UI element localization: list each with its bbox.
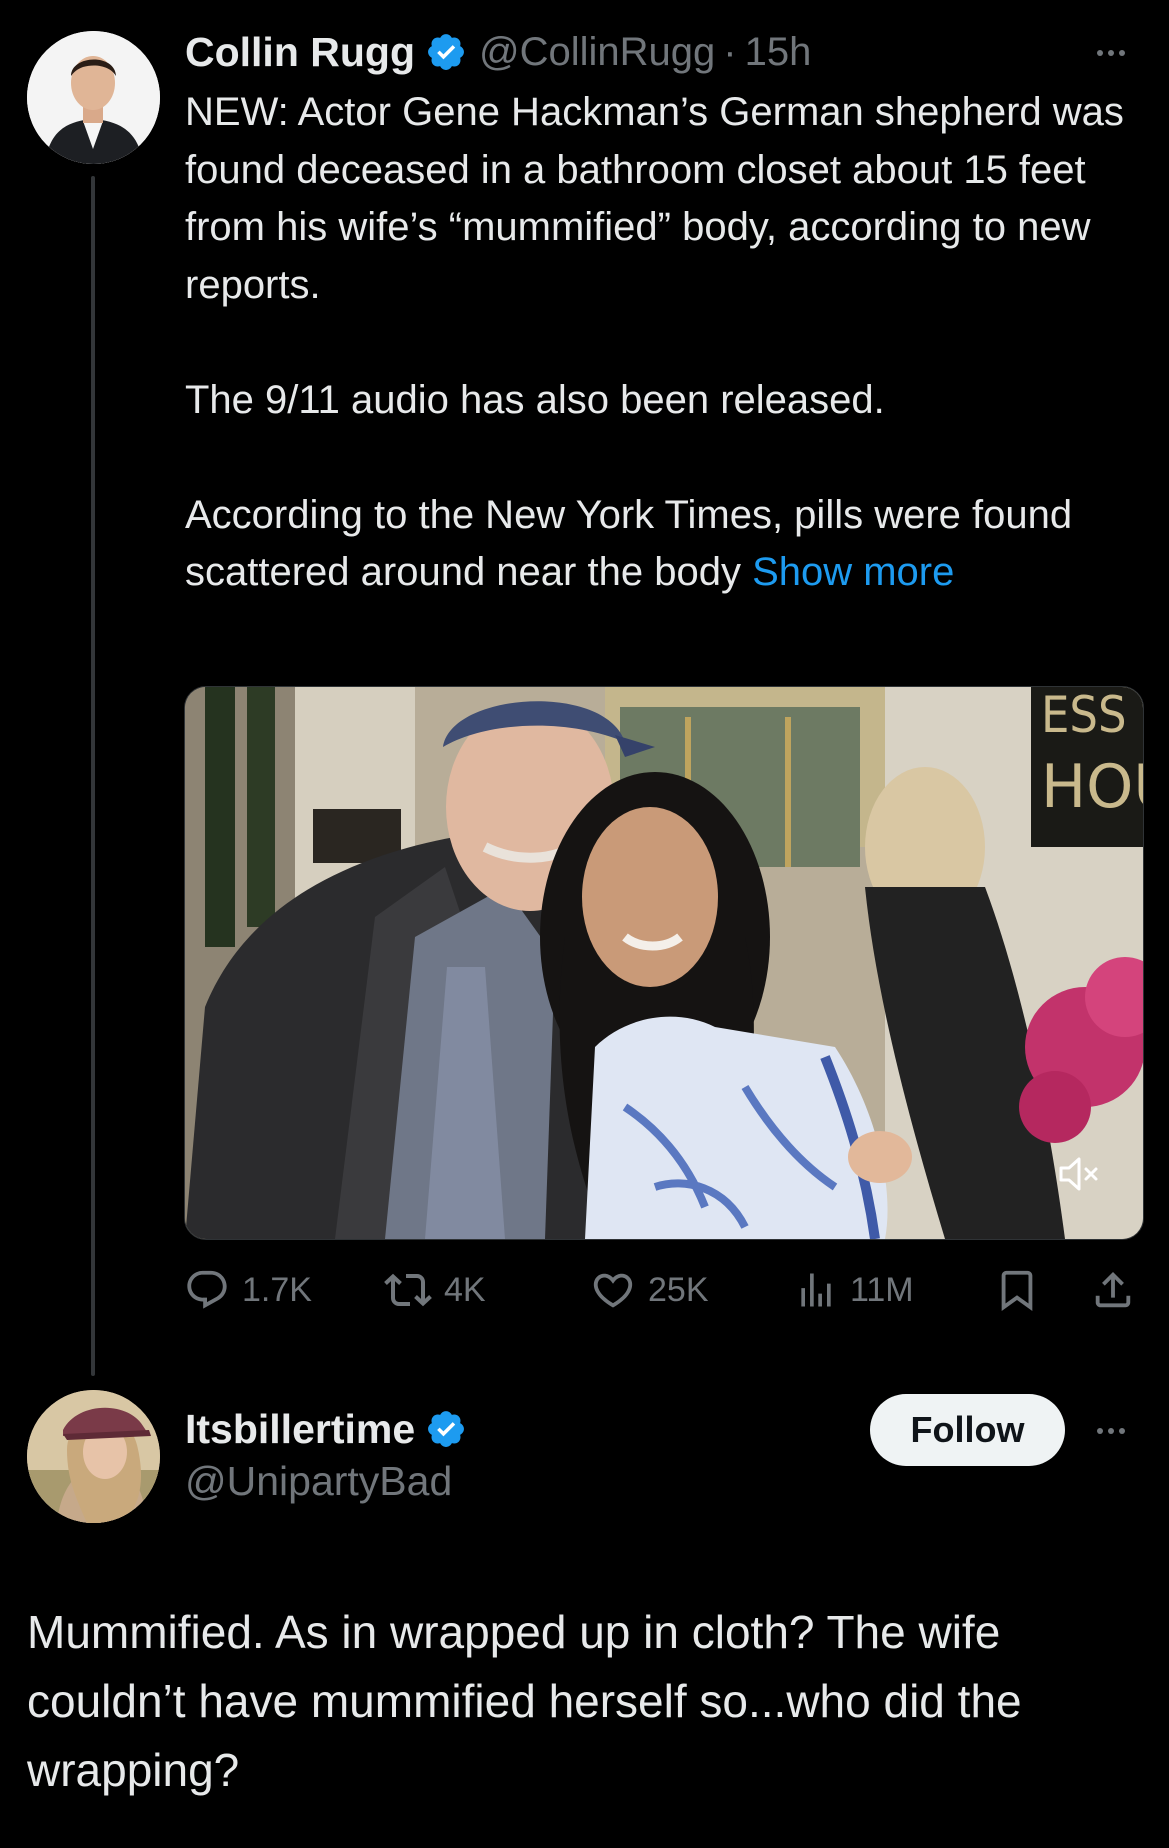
thread-connector-line	[91, 176, 95, 1376]
tweet-timestamp[interactable]: 15h	[745, 30, 812, 75]
tweet-header: Collin Rugg @CollinRugg · 15h	[185, 22, 811, 82]
tweet-paragraph-1: NEW: Actor Gene Hackman’s German shepher…	[185, 90, 1124, 307]
reply-body: Mummified. As in wrapped up in cloth? Th…	[27, 1606, 1022, 1796]
tweet-paragraph-2: The 9/11 audio has also been released.	[185, 377, 885, 422]
media-photo: ESS HOU	[185, 687, 1143, 1239]
views-chart-icon	[801, 1273, 831, 1307]
bookmark-icon	[1001, 1270, 1033, 1311]
reply-avatar-image	[27, 1390, 160, 1523]
reply-author-avatar[interactable]	[27, 1390, 160, 1523]
author-display-name[interactable]: Collin Rugg	[185, 29, 415, 76]
reply-more-options-icon[interactable]	[1097, 1428, 1125, 1434]
reply-verified-badge-icon[interactable]	[425, 1408, 467, 1450]
reply-header: Itsbillertime	[185, 1400, 467, 1458]
reply-author-display-name[interactable]: Itsbillertime	[185, 1406, 415, 1453]
heart-icon	[593, 1273, 633, 1308]
repost-button[interactable]: 4K	[384, 1262, 486, 1318]
tweet-body: NEW: Actor Gene Hackman’s German shepher…	[185, 84, 1145, 602]
tweet-media-video[interactable]: ESS HOU	[184, 686, 1144, 1240]
author-avatar-image	[27, 31, 160, 164]
reply-author-handle[interactable]: @UnipartyBad	[185, 1458, 452, 1505]
follow-button[interactable]: Follow	[870, 1394, 1065, 1466]
show-more-link[interactable]: Show more	[752, 550, 954, 594]
views-count: 11M	[850, 1270, 914, 1309]
separator-dot: ·	[723, 29, 737, 74]
share-icon	[1095, 1271, 1131, 1308]
author-avatar[interactable]	[27, 31, 160, 164]
views-button[interactable]: 11M	[794, 1262, 914, 1318]
repost-count: 4K	[444, 1270, 486, 1309]
like-count: 25K	[648, 1270, 709, 1309]
repost-icon	[384, 1273, 432, 1307]
reply-icon	[187, 1270, 227, 1309]
bookmark-button[interactable]	[994, 1262, 1040, 1318]
mute-speaker-icon[interactable]	[1055, 1153, 1105, 1195]
sign-text-top: ESS	[1041, 687, 1127, 744]
sign-text-bottom: HOU	[1041, 752, 1143, 822]
share-button[interactable]	[1090, 1262, 1136, 1318]
tweet-action-bar: 1.7K 4K 25K 11M	[184, 1262, 1144, 1318]
tweet-paragraph-3: According to the New York Times, pills w…	[185, 487, 1145, 602]
reply-button[interactable]: 1.7K	[184, 1262, 312, 1318]
reply-count: 1.7K	[242, 1270, 312, 1309]
more-options-icon[interactable]	[1097, 50, 1125, 56]
like-button[interactable]: 25K	[590, 1262, 709, 1318]
author-handle[interactable]: @CollinRugg	[479, 30, 715, 75]
verified-badge-icon[interactable]	[425, 31, 467, 73]
